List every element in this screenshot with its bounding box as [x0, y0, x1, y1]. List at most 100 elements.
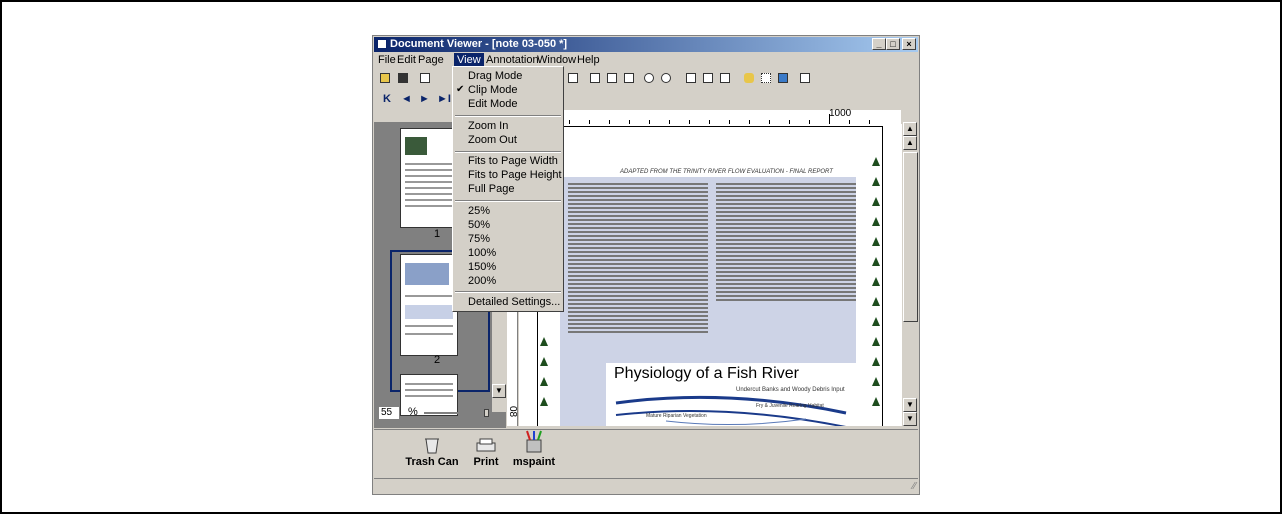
minimize-button[interactable]: _: [872, 38, 886, 50]
thumbnail-page-1[interactable]: [400, 128, 458, 228]
tree-border-icon: [540, 337, 548, 346]
check-icon: ✔: [456, 84, 465, 95]
view-menu-dropdown: Drag Mode ✔ Clip Mode Edit Mode Zoom In …: [452, 66, 564, 312]
document-view[interactable]: ADAPTED FROM THE TRINITY RIVER FLOW EVAL…: [519, 124, 902, 426]
tree-border-icon: [872, 317, 880, 326]
menu-item-zoom-200[interactable]: 200%: [468, 274, 496, 288]
tree-border-icon: [872, 197, 880, 206]
prev-page-button[interactable]: ◄: [401, 93, 412, 105]
figure-title: Physiology of a Fish River: [614, 365, 799, 382]
menu-separator: [455, 115, 561, 117]
tree-border-icon: [540, 357, 548, 366]
text-column-right: [716, 183, 856, 303]
menu-item-edit-mode[interactable]: Edit Mode: [468, 97, 518, 111]
figure-label: Mature Riparian Vegetation: [646, 413, 707, 419]
mspaint-label: mspaint: [512, 456, 556, 468]
text-column-left: [568, 183, 708, 335]
print-icon[interactable]: [417, 70, 433, 86]
tree-border-icon: [872, 377, 880, 386]
fit-height-icon[interactable]: [700, 70, 716, 86]
first-page-button[interactable]: K: [383, 93, 391, 105]
annotation-icon[interactable]: [775, 70, 791, 86]
fit-width-icon[interactable]: [683, 70, 699, 86]
zoom-slider[interactable]: [424, 409, 494, 417]
menu-item-zoom-out[interactable]: Zoom Out: [468, 133, 517, 147]
hand-icon[interactable]: [741, 70, 757, 86]
menu-item-drag-mode[interactable]: Drag Mode: [468, 69, 522, 83]
menu-item-zoom-25[interactable]: 25%: [468, 204, 490, 218]
trash-can-shortcut[interactable]: Trash Can: [402, 436, 462, 468]
zoom-in-icon[interactable]: [641, 70, 657, 86]
menu-item-zoom-150[interactable]: 150%: [468, 260, 496, 274]
thumbnail-label: 2: [434, 354, 441, 366]
document-page: ADAPTED FROM THE TRINITY RIVER FLOW EVAL…: [537, 126, 883, 426]
save-icon[interactable]: [395, 70, 411, 86]
scroll-down-icon[interactable]: ▼: [903, 398, 917, 412]
menu-item-zoom-75[interactable]: 75%: [468, 232, 490, 246]
page-header: ADAPTED FROM THE TRINITY RIVER FLOW EVAL…: [620, 169, 833, 175]
window-title: Document Viewer - [note 03-050 *]: [390, 38, 568, 50]
tree-border-icon: [872, 397, 880, 406]
paint-icon: [526, 430, 542, 453]
thumbnail-label: 1: [434, 228, 441, 240]
thumbnail-page-2[interactable]: [400, 254, 458, 356]
document-scrollbar[interactable]: ▲ ▲ ▼ ▼: [903, 122, 918, 426]
zoom-out-icon[interactable]: [658, 70, 674, 86]
zoom-input[interactable]: 55: [378, 406, 400, 420]
scroll-top-icon[interactable]: ▲: [903, 122, 917, 136]
tree-border-icon: [872, 237, 880, 246]
scroll-thumb[interactable]: [903, 152, 918, 322]
menu-item-zoom-in[interactable]: Zoom In: [468, 119, 508, 133]
figure-label: Fry & Juvenile Rearing Habitat: [756, 403, 824, 409]
tree-border-icon: [872, 177, 880, 186]
tree-border-icon: [540, 397, 548, 406]
menu-separator: [455, 200, 561, 202]
tree-border-icon: [872, 357, 880, 366]
shortcut-panel: Trash Can Print mspaint: [374, 429, 918, 478]
scroll-bottom-icon[interactable]: ▼: [903, 412, 917, 426]
tree-border-icon: [872, 297, 880, 306]
river-diagram: [615, 395, 847, 426]
menu-help[interactable]: Help: [574, 53, 603, 68]
print-shortcut[interactable]: Print: [466, 436, 506, 468]
menu-item-fit-height[interactable]: Fits to Page Height: [468, 168, 562, 182]
menu-item-full-page[interactable]: Full Page: [468, 182, 514, 196]
status-bar: ⁄⁄: [374, 478, 918, 493]
flip-icon[interactable]: [621, 70, 637, 86]
scroll-down-icon[interactable]: ▼: [492, 384, 506, 398]
scroll-up-icon[interactable]: ▲: [903, 136, 917, 150]
zoom-slider-handle[interactable]: [484, 409, 489, 417]
menu-item-zoom-100[interactable]: 100%: [468, 246, 496, 260]
top-ruler: 1000: [519, 108, 901, 125]
menu-item-fit-width[interactable]: Fits to Page Width: [468, 154, 558, 168]
open-icon[interactable]: [377, 70, 393, 86]
menu-item-clip-mode[interactable]: Clip Mode: [468, 83, 518, 97]
last-page-button[interactable]: ►I: [437, 93, 451, 105]
maximize-button[interactable]: □: [886, 38, 900, 50]
page-icon[interactable]: [565, 70, 581, 86]
tree-border-icon: [872, 217, 880, 226]
resize-grip-icon[interactable]: ⁄⁄: [913, 481, 916, 492]
tree-border-icon: [872, 337, 880, 346]
panel-icon[interactable]: [797, 70, 813, 86]
printer-icon: [476, 438, 496, 452]
next-page-button[interactable]: ►: [419, 93, 430, 105]
menu-separator: [455, 291, 561, 293]
print-label: Print: [473, 456, 499, 468]
select-icon[interactable]: [758, 70, 774, 86]
thumbnail-image: [405, 263, 449, 285]
menu-page[interactable]: Page: [415, 53, 447, 68]
menu-item-detailed-settings[interactable]: Detailed Settings...: [468, 295, 560, 309]
menu-item-zoom-50[interactable]: 50%: [468, 218, 490, 232]
menu-separator: [455, 151, 561, 153]
title-bar[interactable]: Document Viewer - [note 03-050 *] _ □ ×: [374, 37, 918, 52]
close-button[interactable]: ×: [902, 38, 916, 50]
trash-can-label: Trash Can: [405, 456, 459, 468]
rotate-left-icon[interactable]: [587, 70, 603, 86]
zoom-control: 55 %: [378, 406, 508, 422]
figure: Physiology of a Fish River Undercut Bank…: [606, 363, 858, 426]
mspaint-shortcut[interactable]: mspaint: [508, 430, 560, 468]
thumbnail-image: [405, 137, 427, 155]
rotate-right-icon[interactable]: [604, 70, 620, 86]
full-page-icon[interactable]: [717, 70, 733, 86]
